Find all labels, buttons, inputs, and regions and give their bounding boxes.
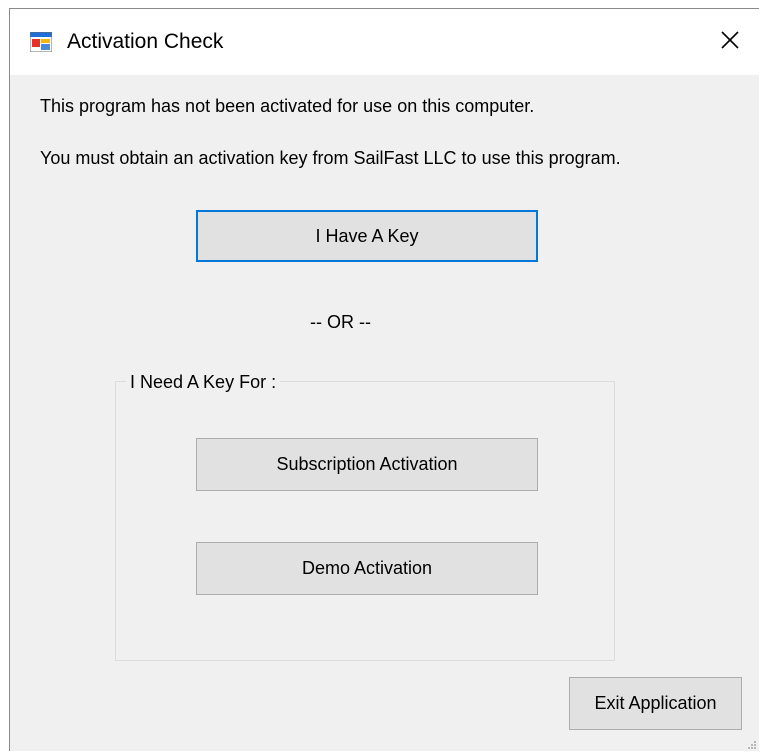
not-activated-message: This program has not been activated for …	[40, 96, 535, 116]
need-key-groupbox	[115, 381, 615, 661]
obtain-key-message: You must obtain an activation key from S…	[40, 148, 621, 168]
need-key-group-label: I Need A Key For :	[126, 372, 281, 392]
activation-check-window: Activation Check This program has not be…	[9, 8, 760, 751]
demo-activation-button[interactable]: Demo Activation	[196, 542, 538, 595]
or-separator: -- OR --	[310, 312, 371, 332]
close-icon	[720, 30, 740, 55]
resize-grip-icon[interactable]	[745, 737, 757, 749]
close-button[interactable]	[700, 9, 760, 75]
windows-form-icon	[29, 31, 53, 53]
exit-application-button[interactable]: Exit Application	[569, 677, 742, 730]
window-title: Activation Check	[67, 30, 224, 53]
title-bar[interactable]: Activation Check	[10, 9, 760, 75]
i-have-a-key-button[interactable]: I Have A Key	[196, 210, 538, 262]
subscription-activation-button[interactable]: Subscription Activation	[196, 438, 538, 491]
